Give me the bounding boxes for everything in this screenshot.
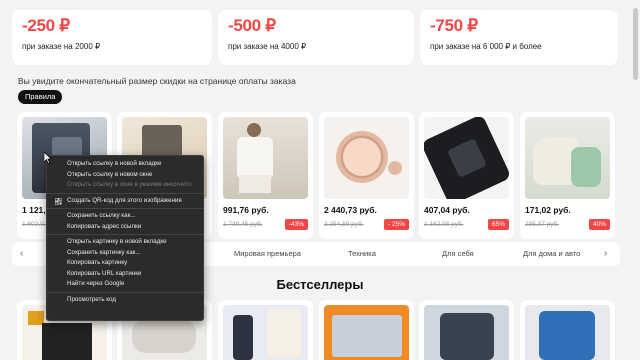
bestseller-card[interactable] [419, 300, 514, 360]
category-item[interactable]: Для себя [442, 249, 474, 258]
promo-amount: -250 ₽ [22, 16, 70, 35]
product-image[interactable] [424, 305, 509, 360]
chevron-left-icon[interactable]: ‹ [20, 248, 23, 259]
bestseller-card[interactable] [520, 300, 615, 360]
product-image[interactable] [223, 117, 308, 199]
product-card[interactable]: 171,02 руб. 285,37 руб. 40% [520, 112, 615, 239]
menu-divider [47, 234, 203, 235]
menu-save-image-as[interactable]: Сохранить картинку как... [47, 248, 203, 259]
menu-open-link-incognito: Открыть ссылку в окне в режиме инкогнито [67, 181, 192, 188]
product-image[interactable] [324, 305, 409, 360]
promo-card-1: -250 ₽ при заказе на 2000 ₽ [12, 10, 212, 65]
discount-badge: 40% [588, 219, 610, 230]
mouse-cursor-icon [44, 152, 52, 164]
menu-search-google[interactable]: Найти через Google [47, 279, 203, 290]
product-price: 2 440,73 руб. [324, 205, 377, 215]
promo-card-3: -750 ₽ при заказе на 6 000 ₽ и более [420, 10, 618, 65]
category-item[interactable]: Техника [348, 249, 376, 258]
promo-condition: при заказе на 4000 ₽ [228, 42, 307, 51]
category-item[interactable]: Для дома и авто [523, 249, 580, 258]
product-old-price: 3 254,59 руб. [324, 221, 364, 228]
menu-create-qr[interactable]: Создать QR-код для этого изображения [47, 196, 203, 207]
menu-item-label: Создать QR-код для этого изображения [67, 196, 182, 204]
promo-amount: -750 ₽ [430, 16, 478, 35]
menu-open-link-new-tab[interactable]: Открыть ссылку в новой вкладке [47, 159, 203, 170]
product-card[interactable]: 2 440,73 руб. 3 254,59 руб. - 25% [319, 112, 414, 239]
product-image[interactable] [525, 117, 610, 199]
menu-open-link-new-window[interactable]: Открыть ссылку в новом окне [47, 170, 203, 181]
product-card[interactable]: 407,04 руб. 1 162,98 руб. 65% [419, 112, 514, 239]
product-old-price: 1 162,98 руб. [424, 221, 464, 228]
menu-inspect[interactable]: Просмотреть код [47, 295, 203, 306]
bestseller-card[interactable] [218, 300, 313, 360]
product-price: 407,04 руб. [424, 205, 470, 215]
qr-code-icon [55, 197, 62, 205]
promo-card-2: -500 ₽ при заказе на 4000 ₽ [218, 10, 414, 65]
discount-note: Вы увидите окончательный размер скидки н… [18, 76, 296, 86]
menu-open-image-new-tab[interactable]: Открыть картинку в новой вкладке [47, 237, 203, 248]
menu-copy-image-url[interactable]: Копировать URL картинки [47, 269, 203, 280]
product-image[interactable] [424, 117, 509, 199]
product-old-price: 285,37 руб. [525, 221, 560, 228]
menu-divider [47, 192, 203, 194]
menu-save-link-as[interactable]: Сохранить ссылку как... [47, 211, 203, 222]
product-price: 171,02 руб. [525, 205, 571, 215]
menu-copy-image[interactable]: Копировать картинку [47, 258, 203, 269]
menu-divider [47, 208, 203, 209]
product-price: 991,76 руб. [223, 205, 269, 215]
chevron-right-icon[interactable]: › [604, 248, 607, 259]
promo-amount: -500 ₽ [228, 16, 276, 35]
context-menu: Открыть ссылку в новой вкладке Открыть с… [46, 155, 204, 321]
promo-condition: при заказе на 2000 ₽ [22, 42, 101, 51]
product-old-price: 1 739,45 руб. [223, 221, 263, 228]
product-image[interactable] [525, 305, 610, 360]
menu-divider [47, 291, 203, 293]
page-scrollbar[interactable] [633, 8, 638, 80]
discount-badge: - 25% [384, 219, 409, 230]
product-card[interactable]: 991,76 руб. 1 739,45 руб. -43% [218, 112, 313, 239]
discount-badge: 65% [487, 219, 509, 230]
product-image[interactable] [223, 305, 308, 360]
bestseller-card[interactable] [319, 300, 414, 360]
product-image[interactable] [324, 117, 409, 199]
menu-copy-link-address[interactable]: Копировать адрес ссылки [47, 222, 203, 233]
promo-condition: при заказе на 6 000 ₽ и более [430, 42, 542, 51]
rules-button[interactable]: Правила [18, 90, 63, 104]
discount-badge: -43% [284, 219, 308, 230]
category-item[interactable]: Мировая премьера [234, 249, 301, 258]
